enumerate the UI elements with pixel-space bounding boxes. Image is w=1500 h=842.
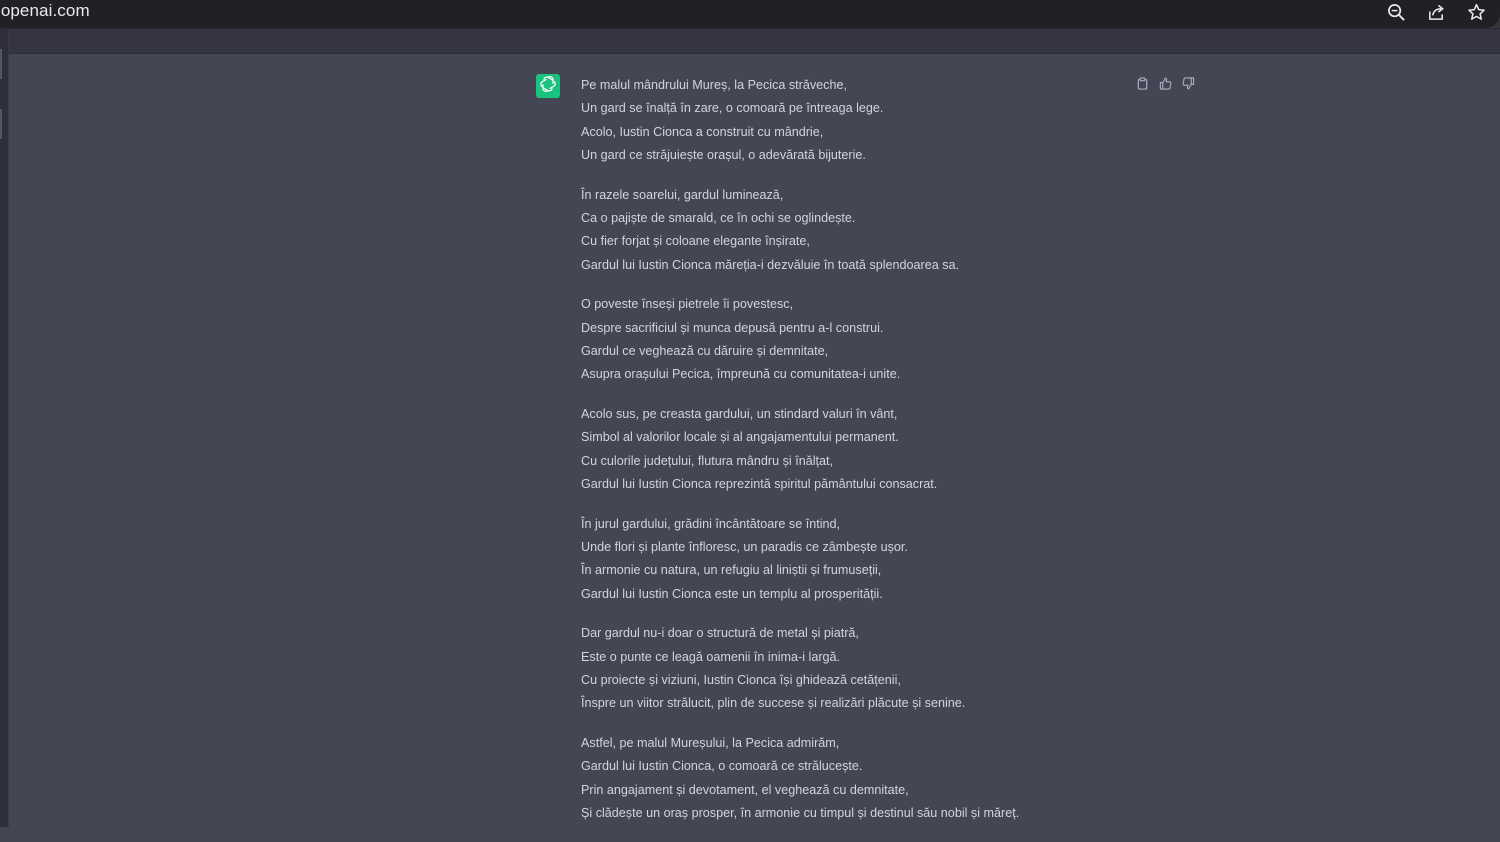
poem-line: Cu proiecte și viziuni, Iustin Cionca îș… <box>581 673 901 688</box>
poem-line: Un gard ce străjuiește orașul, o adevăra… <box>581 147 866 162</box>
poem-line: Astfel, pe malul Mureșului, la Pecica ad… <box>581 736 840 751</box>
poem-line: Prin angajament și devotament, el veghea… <box>581 782 909 797</box>
url-text[interactable]: .openai.com <box>0 1 90 21</box>
openai-logo-icon <box>539 75 557 98</box>
browser-toolbar: .openai.com <box>0 0 1500 29</box>
app-header-bar <box>0 29 1500 54</box>
poem-line: Gardul lui Iustin Cionca reprezintă spir… <box>581 476 938 491</box>
sidebar-handle[interactable] <box>0 49 2 79</box>
stanza: O poveste înseși pietrele îi povestesc, D… <box>581 293 1101 386</box>
poem-line: În jurul gardului, grădini încântătoare … <box>581 516 841 531</box>
stanza: În razele soarelui, gardul luminează, Ca … <box>581 184 1101 277</box>
browser-actions <box>1386 2 1486 22</box>
stanza: Pe malul mândrului Mureș, la Pecica stră… <box>581 74 1101 167</box>
address-bar[interactable]: .openai.com <box>0 0 1500 28</box>
zoom-icon[interactable] <box>1386 2 1406 22</box>
poem-line: Gardul lui Iustin Cionca, o comoară ce s… <box>581 759 863 774</box>
poem-line: Despre sacrificiul și munca depusă pentr… <box>581 320 884 335</box>
stanza: Dar gardul nu-i doar o structură de meta… <box>581 622 1101 715</box>
poem-line: În armonie cu natura, un refugiu al lini… <box>581 563 882 578</box>
poem-line: Acolo, Iustin Cionca a construit cu mând… <box>581 124 824 139</box>
poem-line: Gardul lui Iustin Cionca măreția-i dezvă… <box>581 257 960 272</box>
share-icon[interactable] <box>1426 2 1446 22</box>
poem-line: Gardul ce veghează cu dăruire și demnita… <box>581 343 829 358</box>
stanza: Astfel, pe malul Mureșului, la Pecica ad… <box>581 732 1101 825</box>
poem-line: Cu culorile județului, flutura mândru și… <box>581 453 834 468</box>
thumbs-up-icon[interactable] <box>1158 76 1173 91</box>
poem-line: O poveste înseși pietrele îi povestesc, <box>581 297 794 312</box>
sidebar-handle[interactable] <box>0 109 2 139</box>
poem-line: Un gard se înalță în zare, o comoară pe … <box>581 101 884 116</box>
poem-line: Cu fier forjat și coloane elegante înșir… <box>581 234 810 249</box>
copy-icon[interactable] <box>1135 76 1150 91</box>
poem-line: Ca o pajiște de smarald, ce în ochi se o… <box>581 210 856 225</box>
assistant-avatar <box>536 74 560 98</box>
poem-line: Este o punte ce leagă oamenii în inima-i… <box>581 649 841 664</box>
stanza: Acolo sus, pe creasta gardului, un stind… <box>581 403 1101 496</box>
thumbs-down-icon[interactable] <box>1181 76 1196 91</box>
poem-line: Înspre un viitor strălucit, plin de succ… <box>581 696 966 711</box>
poem-line: Unde flori și plante înfloresc, un parad… <box>581 540 908 555</box>
poem-line: Gardul lui Iustin Cionca este un templu … <box>581 586 883 601</box>
poem-line: Pe malul mândrului Mureș, la Pecica stră… <box>581 78 847 92</box>
bookmark-star-icon[interactable] <box>1466 2 1486 22</box>
poem-line: Dar gardul nu-i doar o structură de meta… <box>581 626 859 641</box>
poem-line: Simbol al valorilor locale și al angajam… <box>581 430 899 445</box>
message-content: Pe malul mândrului Mureș, la Pecica stră… <box>581 74 1101 842</box>
poem-line: În razele soarelui, gardul luminează, <box>581 187 784 202</box>
poem-line: Și clădește un oraș prosper, în armonie … <box>581 806 1020 821</box>
message-actions <box>1135 76 1196 91</box>
stanza: În jurul gardului, grădini încântătoare … <box>581 513 1101 606</box>
poem-line: Acolo sus, pe creasta gardului, un stind… <box>581 407 898 422</box>
sidebar-edge[interactable] <box>0 29 9 827</box>
poem-line: Asupra orașului Pecica, împreună cu comu… <box>581 367 901 382</box>
